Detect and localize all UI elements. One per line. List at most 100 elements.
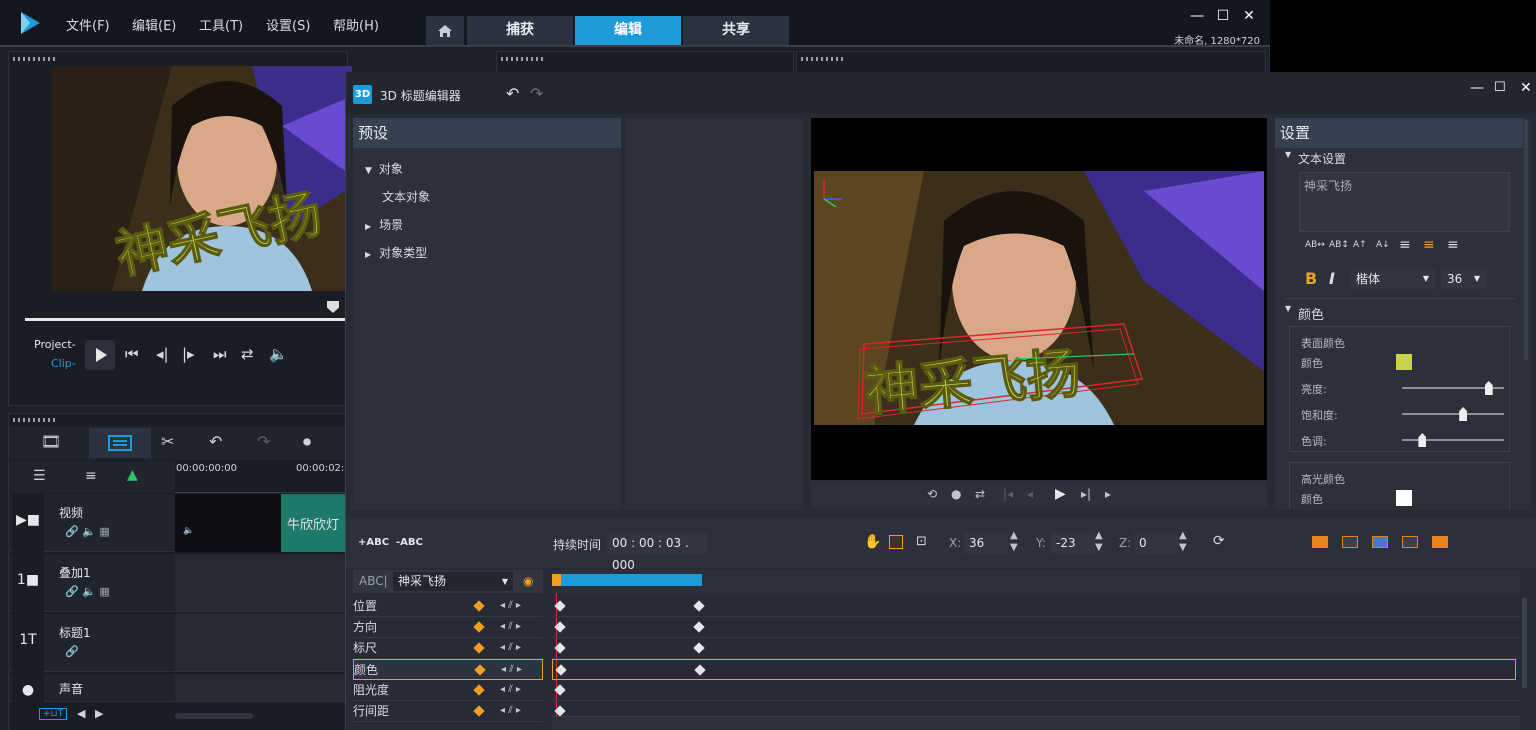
go-end-icon[interactable]: ⏭ [213, 345, 227, 363]
track-controls[interactable]: 🔗 🔈 ▦ [65, 585, 110, 598]
keyframe-nav-icon[interactable]: ◂ ⫽ ▸ [500, 701, 521, 721]
keyframe-marker[interactable] [693, 600, 705, 612]
go-start-icon[interactable]: ⏮ [125, 345, 139, 363]
preview-frame[interactable]: 神采飞扬 [814, 171, 1264, 425]
track-header[interactable]: 1■ 叠加1 🔗 🔈 ▦ [9, 554, 175, 612]
view-side-icon[interactable] [1372, 536, 1388, 548]
maximize-icon[interactable]: ☐ [1214, 8, 1232, 24]
maximize-icon[interactable]: ☐ [1494, 80, 1506, 95]
hue-knob[interactable] [1418, 433, 1427, 447]
add-track-icon[interactable]: ≡ [85, 468, 97, 484]
keyframe-track[interactable] [552, 659, 1516, 680]
keyframe-nav-icon[interactable]: ◂ ⫽ ▸ [500, 638, 521, 658]
brightness-knob[interactable] [1484, 381, 1493, 395]
align-center-icon[interactable]: ≡ [1423, 237, 1435, 253]
align-right-icon[interactable]: ≡ [1447, 237, 1459, 253]
italic-button[interactable]: I [1329, 269, 1335, 288]
text-input[interactable]: 神采飞扬 [1299, 172, 1510, 232]
char-spacing-icon[interactable]: AB↔ [1305, 240, 1325, 250]
timeline-view-button[interactable] [89, 428, 151, 458]
keyframe-track[interactable] [552, 596, 1520, 617]
panel-grip[interactable] [13, 418, 57, 422]
track-header[interactable]: 1T 标题1 🔗 [9, 614, 175, 672]
pan-hand-icon[interactable]: ✋ [864, 534, 881, 550]
settings-scrollbar[interactable] [1524, 120, 1528, 360]
add-keyframe-icon[interactable] [473, 600, 485, 612]
keyframe-marker[interactable] [554, 684, 566, 696]
keyframe-nav-icon[interactable]: ◂ ⫽ ▸ [500, 596, 521, 616]
playhead-handle[interactable] [552, 574, 561, 586]
minimize-icon[interactable]: — [1188, 8, 1206, 24]
close-icon[interactable]: ✕ [1240, 8, 1258, 24]
undo-icon[interactable]: ↶ [209, 432, 222, 451]
go-end-icon[interactable]: ▸ [1105, 487, 1111, 501]
menu-settings[interactable]: 设置(S) [266, 15, 310, 34]
keyframe-marker[interactable] [554, 600, 566, 612]
track-area[interactable] [175, 674, 349, 702]
y-input[interactable]: -23 [1051, 532, 1095, 554]
record-icon[interactable]: ⏺ [303, 432, 311, 452]
keyframe-time-ruler[interactable] [552, 716, 1520, 730]
clip-mode[interactable]: Clip- [51, 357, 76, 370]
tab-capture[interactable]: 捕获 [467, 16, 573, 45]
menu-file[interactable]: 文件(F) [66, 15, 110, 34]
go-start-icon[interactable]: |◂ [1003, 487, 1013, 501]
menu-edit[interactable]: 编辑(E) [132, 15, 176, 34]
keyframe-track[interactable] [552, 680, 1520, 701]
x-input[interactable]: 36 [964, 532, 1008, 554]
title-clip[interactable]: 牛欣欣灯 [281, 494, 349, 552]
z-input[interactable]: 0 [1134, 532, 1178, 554]
timeline-scrollbar[interactable] [175, 713, 253, 719]
next-frame-icon[interactable]: |▸ [182, 345, 195, 363]
tools-icon[interactable]: ✂ [161, 432, 174, 451]
video-clip[interactable]: 🔈 [175, 494, 281, 552]
keyframe-marker[interactable] [554, 642, 566, 654]
scrub-bar[interactable] [25, 318, 345, 321]
undo-icon[interactable]: ↶ [506, 84, 519, 103]
zoom-fit-icon[interactable]: +⊔T [39, 708, 68, 720]
menu-help[interactable]: 帮助(H) [333, 15, 379, 34]
align-left-icon[interactable]: ≡ [1399, 237, 1411, 253]
track-controls[interactable]: 🔗 [65, 645, 79, 658]
play-button[interactable] [85, 340, 115, 370]
redo-icon[interactable]: ↷ [257, 432, 270, 451]
tree-item-object-type[interactable]: ▶ 对象类型 [365, 244, 427, 261]
property-row[interactable]: 阻光度 ◂ ⫽ ▸ [353, 680, 543, 701]
add-keyframe-icon[interactable] [473, 621, 485, 633]
select-object-icon[interactable] [889, 535, 903, 549]
track-area[interactable]: 🔈 牛欣欣灯 [175, 494, 349, 552]
bold-button[interactable]: B [1305, 269, 1317, 288]
keyframe-nav-icon[interactable]: ◂ ⫽ ▸ [500, 680, 521, 700]
keyframe-marker[interactable] [694, 664, 706, 676]
view-back-icon[interactable] [1342, 536, 1358, 548]
expand-arrow-icon[interactable]: ▼ [1285, 150, 1291, 159]
add-keyframe-icon[interactable] [473, 642, 485, 654]
track-controls[interactable]: 🔗 🔈 ▦ [65, 525, 110, 538]
highlight-color-swatch[interactable] [1396, 490, 1412, 506]
keyframe-nav-icon[interactable]: ◂ ⫽ ▸ [501, 660, 522, 680]
saturation-slider[interactable] [1402, 413, 1504, 415]
x-stepper-icon[interactable]: ▲ ▼ [1010, 530, 1018, 554]
property-row[interactable]: 标尺 ◂ ⫽ ▸ [353, 638, 543, 659]
keyframe-scrollbar[interactable] [1522, 598, 1527, 688]
fit-view-icon[interactable]: ⊡ [916, 534, 927, 549]
tree-item-objects[interactable]: ▼ 对象 [365, 160, 403, 177]
menu-tools[interactable]: 工具(T) [199, 15, 243, 34]
rotate-camera-icon[interactable]: ● [951, 487, 961, 501]
object-select[interactable]: 神采飞扬 ▼ [393, 572, 513, 591]
panel-grip[interactable] [501, 57, 545, 61]
expand-arrow-icon[interactable]: ▼ [1285, 304, 1291, 313]
keyframe-marker[interactable] [693, 642, 705, 654]
rotate-object-icon[interactable]: ⟲ [927, 487, 937, 501]
track-header[interactable]: ▶■ 视频 🔗 🔈 ▦ [9, 494, 175, 552]
keyframe-track[interactable] [552, 638, 1520, 659]
add-keyframe-icon[interactable] [473, 705, 485, 717]
minimize-icon[interactable]: — [1470, 80, 1484, 96]
property-row[interactable]: 行间距 ◂ ⫽ ▸ [353, 701, 543, 722]
track-manager-icon[interactable]: ☰ [33, 468, 46, 484]
add-keyframe-icon[interactable] [474, 664, 486, 676]
play-icon[interactable]: ▶ [1055, 486, 1066, 502]
panel-grip[interactable] [13, 57, 57, 61]
keyframe-marker[interactable] [693, 621, 705, 633]
track-area[interactable] [175, 554, 349, 612]
